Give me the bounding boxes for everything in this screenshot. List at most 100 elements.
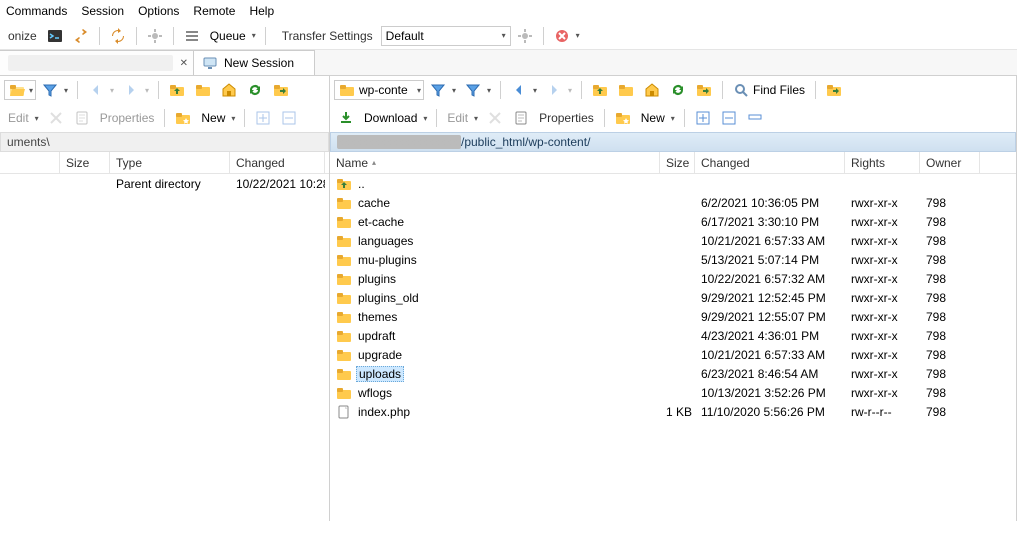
download-button[interactable]: Download: [360, 107, 430, 129]
remote-filter2-icon[interactable]: [461, 79, 494, 101]
close-icon[interactable]: ✕: [180, 58, 188, 69]
local-parent-icon[interactable]: [165, 79, 189, 101]
list-item[interactable]: upgrade10/21/2021 6:57:33 AMrwxr-xr-x798: [330, 345, 1016, 364]
remote-properties-button[interactable]: Properties: [535, 111, 598, 125]
remote-back-icon[interactable]: [507, 79, 540, 101]
remote-col-rights[interactable]: Rights: [845, 152, 920, 173]
preferences-icon[interactable]: [143, 25, 167, 47]
terminal-icon[interactable]: [43, 25, 67, 47]
remote-forward-icon[interactable]: [542, 79, 575, 101]
up-icon: [336, 176, 352, 192]
file-changed: 11/10/2020 5:56:26 PM: [695, 405, 845, 419]
file-owner: 798: [920, 234, 980, 248]
local-col-type[interactable]: Type: [110, 152, 230, 173]
file-rights: rwxr-xr-x: [845, 215, 920, 229]
list-item[interactable]: index.php1 KB11/10/2020 5:56:26 PMrw-r--…: [330, 402, 1016, 421]
remote-parent-icon[interactable]: [588, 79, 612, 101]
local-plus-icon[interactable]: [251, 107, 275, 129]
synchronize-label[interactable]: onize: [4, 29, 41, 43]
compare-icon[interactable]: [106, 25, 130, 47]
local-shortcut-icon[interactable]: [269, 79, 293, 101]
remote-col-changed[interactable]: Changed: [695, 152, 845, 173]
remote-edit-button[interactable]: Edit: [443, 107, 481, 129]
remote-col-name[interactable]: Name: [330, 152, 660, 173]
remote-plus-icon[interactable]: [691, 107, 715, 129]
transfer-settings-config-icon[interactable]: [513, 25, 537, 47]
folder-icon: [336, 347, 352, 363]
local-properties-icon[interactable]: [70, 107, 94, 129]
list-item[interactable]: wflogs10/13/2021 3:52:26 PMrwxr-xr-x798: [330, 383, 1016, 402]
remote-home-icon[interactable]: [640, 79, 664, 101]
remote-delete-icon[interactable]: [483, 107, 507, 129]
local-properties-button[interactable]: Properties: [96, 111, 159, 125]
local-minus-icon[interactable]: [277, 107, 301, 129]
remote-col-owner[interactable]: Owner: [920, 152, 980, 173]
file-name: et-cache: [356, 215, 406, 229]
menu-help[interactable]: Help: [249, 4, 274, 18]
menu-options[interactable]: Options: [138, 4, 179, 18]
remote-bookmark-icon[interactable]: [822, 79, 846, 101]
remote-path-bar[interactable]: xxxxxxxxxxxxxxxxxxxx /public_html/wp-con…: [330, 132, 1016, 152]
list-item[interactable]: ..: [330, 174, 1016, 193]
remote-new-button[interactable]: New: [637, 107, 678, 129]
file-rights: rwxr-xr-x: [845, 272, 920, 286]
list-item[interactable]: et-cache6/17/2021 3:30:10 PMrwxr-xr-x798: [330, 212, 1016, 231]
local-col-size[interactable]: Size: [60, 152, 110, 173]
transfer-settings-select[interactable]: Default▾: [381, 26, 511, 46]
local-edit-button[interactable]: Edit: [4, 107, 42, 129]
remote-list[interactable]: ..cache6/2/2021 10:36:05 PMrwxr-xr-x798e…: [330, 174, 1016, 521]
list-item[interactable]: themes9/29/2021 12:55:07 PMrwxr-xr-x798: [330, 307, 1016, 326]
disconnect-icon[interactable]: [550, 25, 583, 47]
remote-dir-dropdown[interactable]: wp-conte: [334, 80, 424, 100]
remote-shortcut-icon[interactable]: [692, 79, 716, 101]
local-back-icon[interactable]: [84, 79, 117, 101]
local-filter-icon[interactable]: [38, 79, 71, 101]
local-home-icon[interactable]: [217, 79, 241, 101]
list-item[interactable]: updraft4/23/2021 4:36:01 PMrwxr-xr-x798: [330, 326, 1016, 345]
remote-new-folder-icon[interactable]: [611, 107, 635, 129]
remote-root-icon[interactable]: [614, 79, 638, 101]
remote-minus-icon[interactable]: [717, 107, 741, 129]
queue-button[interactable]: Queue: [206, 25, 259, 47]
local-new-button[interactable]: New: [197, 107, 238, 129]
remote-box-icon[interactable]: [743, 107, 767, 129]
list-item[interactable]: cache6/2/2021 10:36:05 PMrwxr-xr-x798: [330, 193, 1016, 212]
local-delete-icon[interactable]: [44, 107, 68, 129]
remote-refresh-icon[interactable]: [666, 79, 690, 101]
list-item[interactable]: Parent directory 10/22/2021 10:28: [0, 174, 329, 193]
queue-icon[interactable]: [180, 25, 204, 47]
file-name: languages: [356, 234, 415, 248]
download-icon[interactable]: [334, 107, 358, 129]
local-refresh-icon[interactable]: [243, 79, 267, 101]
session-tab-active[interactable]: ✕: [0, 50, 194, 75]
folder-icon: [336, 309, 352, 325]
new-session-tab[interactable]: New Session: [193, 50, 315, 75]
find-files-button[interactable]: Find Files: [729, 79, 809, 101]
sync-browse-icon[interactable]: [69, 25, 93, 47]
menu-commands[interactable]: Commands: [6, 4, 67, 18]
file-name: updraft: [356, 329, 397, 343]
list-item[interactable]: plugins_old9/29/2021 12:52:45 PMrwxr-xr-…: [330, 288, 1016, 307]
local-forward-icon[interactable]: [119, 79, 152, 101]
file-name: mu-plugins: [356, 253, 419, 267]
remote-properties-icon[interactable]: [509, 107, 533, 129]
file-changed: 5/13/2021 5:07:14 PM: [695, 253, 845, 267]
file-icon: [336, 404, 352, 420]
local-col-name[interactable]: [0, 152, 60, 173]
list-item[interactable]: languages10/21/2021 6:57:33 AMrwxr-xr-x7…: [330, 231, 1016, 250]
list-item[interactable]: uploads6/23/2021 8:46:54 AMrwxr-xr-x798: [330, 364, 1016, 383]
local-new-folder-icon[interactable]: [171, 107, 195, 129]
remote-actionbar: Download Edit Properties New: [330, 104, 1016, 132]
list-item[interactable]: plugins10/22/2021 6:57:32 AMrwxr-xr-x798: [330, 269, 1016, 288]
local-dir-dropdown[interactable]: [4, 80, 36, 100]
folder-icon: [336, 328, 352, 344]
local-col-changed[interactable]: Changed: [230, 152, 325, 173]
remote-filter-icon[interactable]: [426, 79, 459, 101]
list-item[interactable]: mu-plugins5/13/2021 5:07:14 PMrwxr-xr-x7…: [330, 250, 1016, 269]
menu-remote[interactable]: Remote: [193, 4, 235, 18]
local-root-icon[interactable]: [191, 79, 215, 101]
local-path-bar[interactable]: uments\: [0, 132, 329, 152]
remote-col-size[interactable]: Size: [660, 152, 695, 173]
menu-session[interactable]: Session: [81, 4, 124, 18]
local-list[interactable]: Parent directory 10/22/2021 10:28: [0, 174, 329, 521]
